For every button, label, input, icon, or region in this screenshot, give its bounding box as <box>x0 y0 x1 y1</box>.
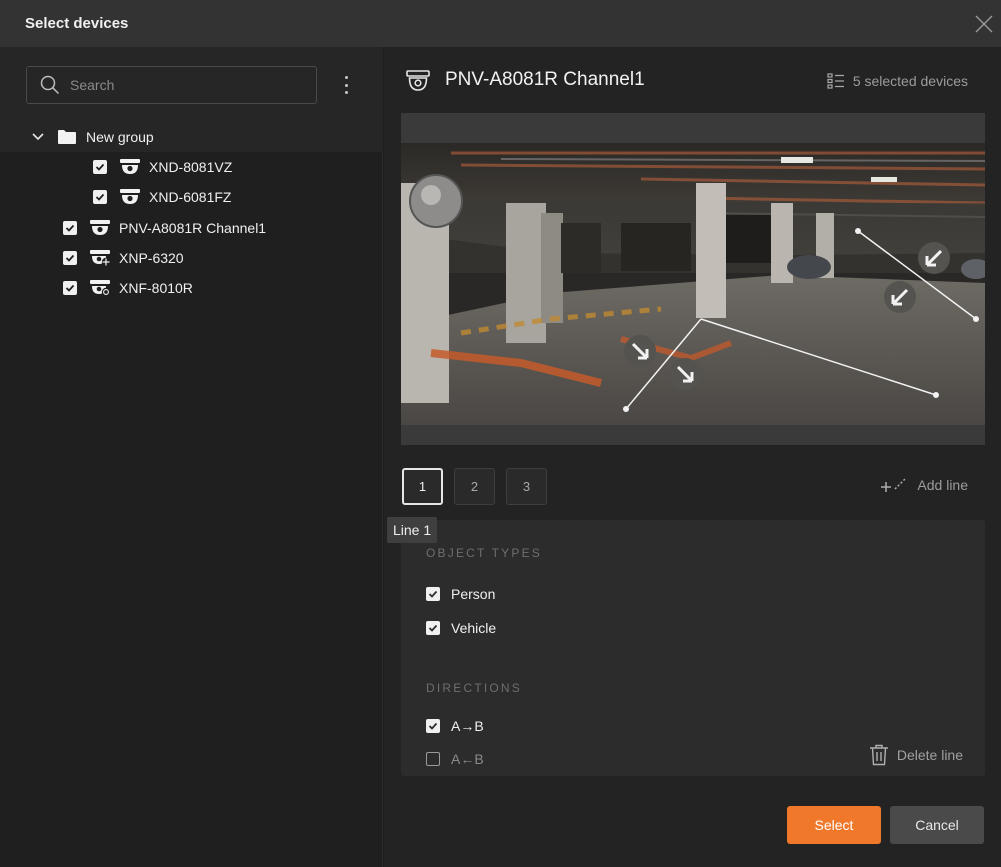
line-tabs: 1 2 3 <box>402 468 547 505</box>
device-checkbox[interactable] <box>63 281 77 295</box>
more-options-icon[interactable] <box>336 73 356 97</box>
camera-header: PNV-A8081R Channel1 5 selected devices <box>384 47 1001 117</box>
dialog-titlebar: Select devices <box>0 0 1001 47</box>
person-checkbox[interactable] <box>426 587 440 601</box>
a-to-b-label: A→B <box>451 718 484 734</box>
tree-device-row[interactable]: XND-8081VZ <box>0 152 383 182</box>
object-type-vehicle[interactable]: Vehicle <box>426 620 496 636</box>
line-options-panel: OBJECT TYPES Person Vehicle DIRECTIONS A… <box>401 520 985 776</box>
device-checkbox[interactable] <box>63 221 77 235</box>
fisheye-camera-icon <box>90 280 111 297</box>
camera-preview-image[interactable] <box>401 143 985 425</box>
tree-group-label: New group <box>86 129 154 145</box>
selected-devices-indicator[interactable]: 5 selected devices <box>827 73 968 89</box>
search-input[interactable] <box>70 77 290 93</box>
vehicle-label: Vehicle <box>451 620 497 636</box>
select-button[interactable]: Select <box>787 806 881 844</box>
add-line-label: Add line <box>917 477 968 493</box>
selected-devices-label: 5 selected devices <box>852 73 968 89</box>
tree-group-row[interactable]: New group <box>0 122 383 152</box>
dialog-title: Select devices <box>25 15 129 32</box>
camera-title: PNV-A8081R Channel1 <box>445 69 645 90</box>
device-name: XNF-8010R <box>119 280 193 296</box>
device-checkbox[interactable] <box>93 190 107 204</box>
line-settings-panel: PNV-A8081R Channel1 5 selected devices 1… <box>384 47 1001 867</box>
ptz-camera-icon <box>90 250 111 267</box>
dome-camera-icon <box>120 159 140 174</box>
a-to-b-checkbox[interactable] <box>426 719 440 733</box>
cancel-button[interactable]: Cancel <box>890 806 984 844</box>
folder-icon <box>58 130 76 144</box>
vehicle-checkbox[interactable] <box>426 621 440 635</box>
device-checkbox[interactable] <box>93 160 107 174</box>
line-tooltip: Line 1 <box>387 517 438 543</box>
b-to-a-checkbox[interactable] <box>426 752 440 766</box>
device-name: XNP-6320 <box>119 250 184 266</box>
b-to-a-label: A←B <box>451 751 484 767</box>
delete-line-button[interactable]: Delete line <box>869 744 963 766</box>
device-name: PNV-A8081R Channel1 <box>119 220 267 236</box>
chevron-down-icon[interactable] <box>31 132 45 142</box>
video-preview-frame <box>401 113 985 445</box>
device-name: XND-6081FZ <box>149 189 232 205</box>
device-name: XND-8081VZ <box>149 159 233 175</box>
tree-device-row[interactable]: XNP-6320 <box>0 243 383 273</box>
add-line-icon <box>881 478 906 492</box>
search-box[interactable] <box>26 66 317 104</box>
dome-camera-icon <box>90 220 110 235</box>
close-icon[interactable] <box>973 13 995 35</box>
tab-line-2[interactable]: 2 <box>454 468 495 505</box>
trash-icon <box>869 744 888 766</box>
tree-device-row[interactable]: XND-6081FZ <box>0 182 383 212</box>
object-type-person[interactable]: Person <box>426 586 495 602</box>
delete-line-label: Delete line <box>896 747 963 763</box>
tab-line-3[interactable]: 3 <box>506 468 547 505</box>
dome-camera-icon <box>120 189 140 204</box>
device-checkbox[interactable] <box>63 251 77 265</box>
search-icon <box>40 75 60 95</box>
directions-heading: DIRECTIONS <box>426 681 523 695</box>
add-line-button[interactable]: Add line <box>881 476 968 494</box>
direction-b-to-a[interactable]: A←B <box>426 751 484 767</box>
tree-device-row[interactable]: PNV-A8081R Channel1 <box>0 213 383 243</box>
list-icon <box>827 73 844 89</box>
person-label: Person <box>451 586 496 602</box>
device-tree-panel: New group XND-8081VZ XND-6081FZ <box>0 47 383 867</box>
tab-line-1[interactable]: 1 <box>402 468 443 505</box>
search-row <box>0 47 383 122</box>
camera-icon <box>406 70 430 91</box>
tree-device-row[interactable]: XNF-8010R <box>0 273 383 303</box>
object-types-heading: OBJECT TYPES <box>426 546 542 560</box>
direction-a-to-b[interactable]: A→B <box>426 718 484 734</box>
